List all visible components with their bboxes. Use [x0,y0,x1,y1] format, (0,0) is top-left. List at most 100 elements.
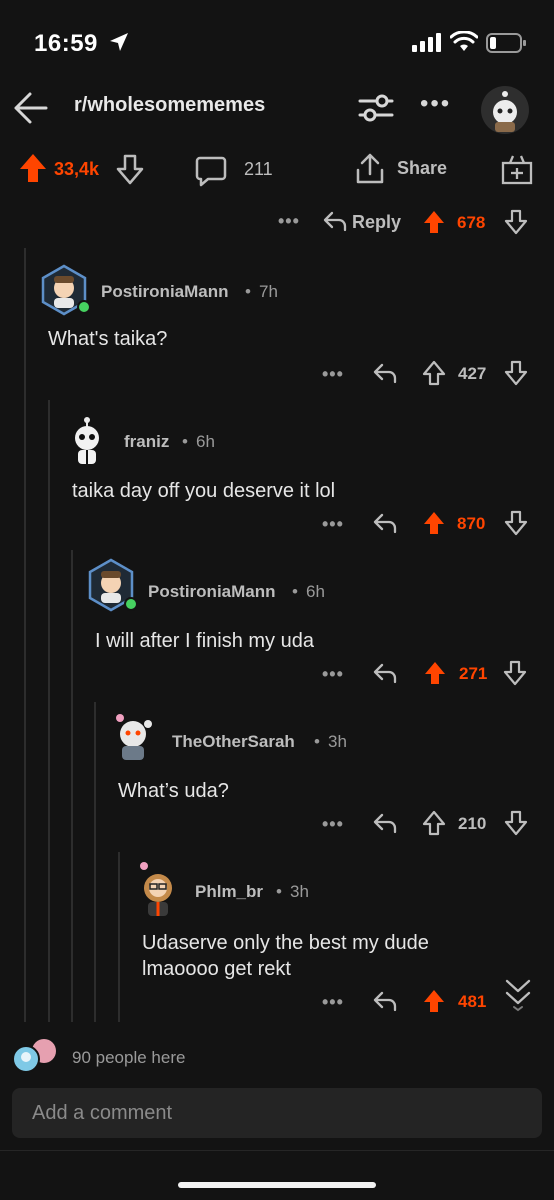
upvote-arrow-icon[interactable] [422,209,446,235]
comment-score: 271 [459,664,488,683]
parent-comment-actions: ••• Reply 678 [0,205,554,239]
comment-avatar[interactable] [38,264,91,316]
post-comment-count: 211 [244,159,273,179]
comment-avatar[interactable] [62,416,110,464]
reply-button[interactable]: Reply [352,212,401,233]
comment-text: What’s uda? [118,780,229,802]
downvote-arrow-icon[interactable] [504,810,528,836]
comment-bubble-icon[interactable] [194,154,228,188]
user-avatar-icon [88,558,138,612]
upvote-arrow-icon[interactable] [422,810,446,836]
share-button[interactable]: Share [397,158,447,179]
comment-score: 210 [458,814,487,833]
status-time: 16:59 [34,30,98,57]
comment-avatar[interactable] [132,860,180,916]
comment-input-placeholder[interactable]: Add a comment [32,1102,172,1125]
comment-text: I will after I finish my uda [95,630,314,652]
comment-age: 7h [259,282,278,301]
comment-separator: • [292,582,298,601]
comment-more-button[interactable]: ••• [322,364,344,385]
people-avatars [12,1038,60,1074]
reply-arrow-icon[interactable] [372,812,398,834]
reply-arrow-icon[interactable] [372,512,398,534]
comment-separator: • [276,882,282,901]
subreddit-title[interactable]: r/wholesomememes [74,94,265,117]
location-arrow-icon [110,33,128,51]
comment-score: 870 [457,514,486,533]
comment-separator: • [182,432,188,451]
downvote-arrow-icon[interactable] [504,360,528,386]
divider [0,1150,554,1151]
comment-2: franiz • 6h taika day off you deserve it… [62,408,554,548]
snoo-avatar-icon [140,862,172,916]
people-here-count: 90 people here [72,1048,186,1067]
comment-score: 481 [458,992,487,1011]
comment-score: 427 [458,364,487,383]
comment-username[interactable]: Phlm_br [195,882,263,902]
nav-bar: r/wholesomememes ••• [0,80,554,140]
post-action-bar: 33,4k 211 Share [0,148,554,192]
comment-more-button[interactable]: ••• [322,992,344,1013]
downvote-arrow-icon[interactable] [504,510,528,536]
parent-more-button[interactable]: ••• [278,211,300,232]
comment-more-button[interactable]: ••• [322,514,344,535]
comment-avatar[interactable] [85,558,138,612]
comment-text-line-2: lmaoooo get rekt [142,958,291,980]
downvote-arrow-icon[interactable] [504,209,528,235]
reply-arrow-icon[interactable] [372,662,398,684]
upvote-arrow-icon[interactable] [422,988,446,1014]
next-comment-chevron-icon[interactable] [504,976,532,1012]
upvote-arrow-icon[interactable] [422,360,446,386]
reply-arrow-icon[interactable] [372,990,398,1012]
snoo-avatar-icon [116,714,152,760]
comment-text: What's taika? [48,328,168,350]
snoo-avatar-icon [493,91,517,132]
comment-username[interactable]: TheOtherSarah [172,732,295,752]
status-bar: 16:59 [0,0,554,80]
upvote-arrow-icon[interactable] [18,152,48,184]
back-arrow-icon[interactable] [12,90,48,126]
wifi-icon [450,31,478,51]
upvote-arrow-icon[interactable] [422,510,446,536]
parent-score: 678 [457,213,486,232]
comment-1: PostironiaMann • 7h What's taika? ••• 42… [38,258,554,398]
comment-4: TheOtherSarah • 3h What’s uda? ••• 210 [108,708,554,848]
award-gift-icon[interactable] [500,152,534,186]
comment-3: PostironiaMann • 6h I will after I finis… [85,558,554,698]
comment-separator: • [245,282,251,301]
comment-separator: • [314,732,320,751]
thread-line-depth-3 [71,550,73,1024]
filter-sliders-icon[interactable] [358,92,394,124]
comment-text: taika day off you deserve it lol [72,480,336,502]
comment-age: 3h [290,882,309,901]
comment-composer-area: 90 people here Add a comment [0,1022,554,1200]
comment-age: 6h [196,432,215,451]
comment-age: 6h [306,582,325,601]
snoo-avatar-icon [75,417,99,464]
reply-arrow-icon[interactable] [372,362,398,384]
share-icon[interactable] [354,152,386,186]
comment-username[interactable]: franiz [124,432,169,452]
comment-more-button[interactable]: ••• [322,814,344,835]
home-indicator[interactable] [178,1182,376,1188]
comment-username[interactable]: PostironiaMann [148,582,276,602]
comment-avatar[interactable] [108,710,156,760]
thread-line-depth-4 [94,702,96,1024]
battery-icon [486,33,526,53]
thread-line-depth-5 [118,852,120,1024]
comment-username[interactable]: PostironiaMann [101,282,229,302]
upvote-arrow-icon[interactable] [423,660,447,686]
downvote-arrow-icon[interactable] [116,153,144,185]
downvote-arrow-icon[interactable] [503,660,527,686]
people-avatars-icon [12,1039,56,1073]
post-vote-count: 33,4k [54,159,100,179]
more-options-button[interactable]: ••• [420,90,451,118]
reply-arrow-icon[interactable] [322,210,348,232]
comment-5: Phlm_br • 3h Udaserve only the best my d… [132,858,554,1022]
comment-more-button[interactable]: ••• [322,664,344,685]
comment-age: 3h [328,732,347,751]
user-avatar[interactable] [481,86,529,134]
thread-line-depth-1 [24,248,26,1024]
thread-line-depth-2 [48,400,50,1024]
comment-text-line-1: Udaserve only the best my dude [142,932,429,954]
